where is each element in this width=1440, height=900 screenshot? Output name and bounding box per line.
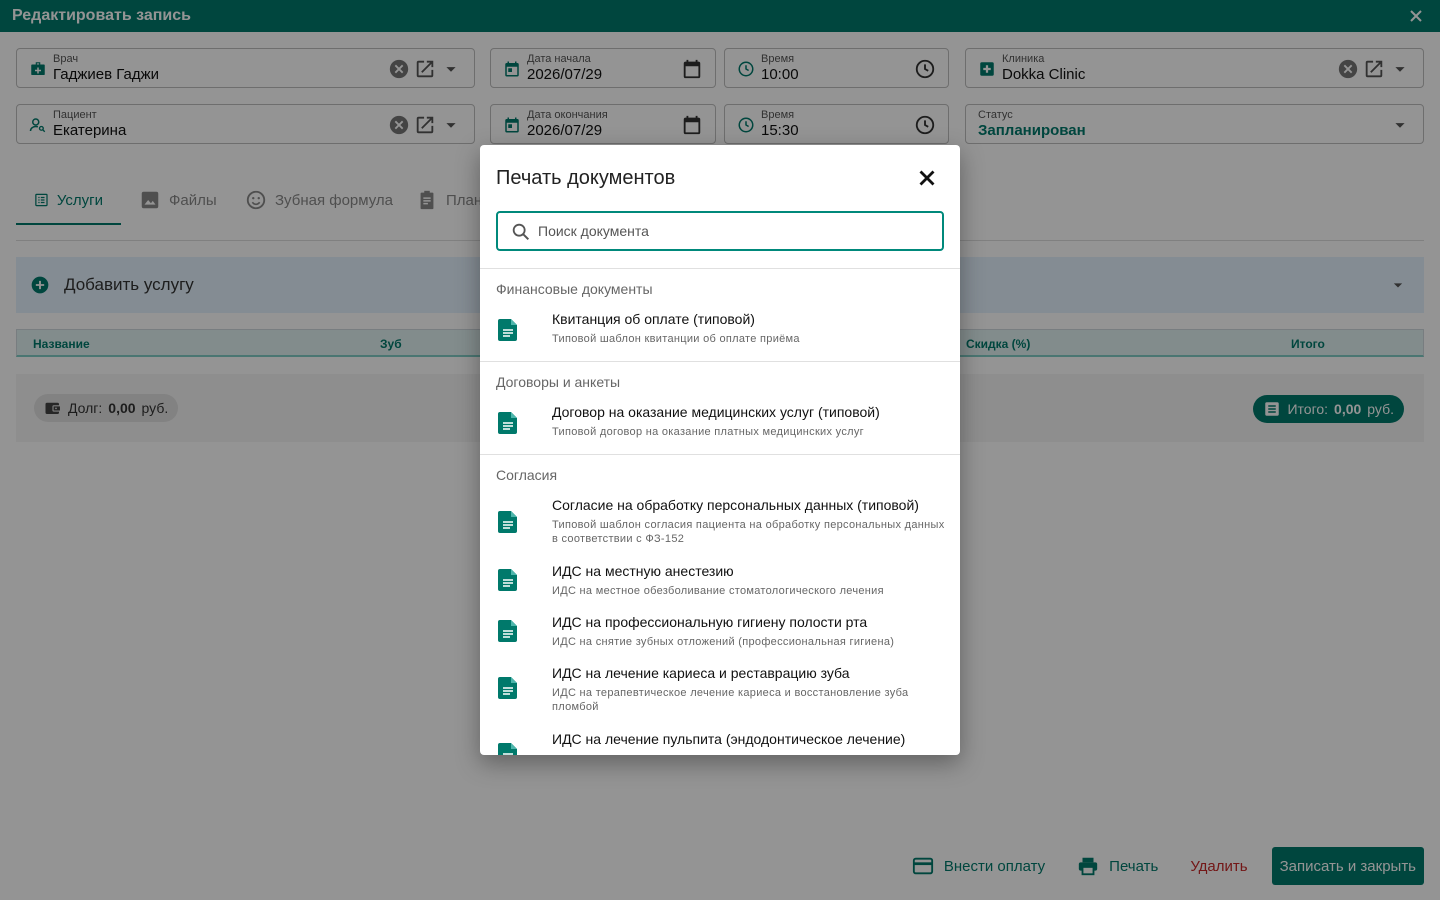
document-name: ИДС на местную анестезию <box>552 563 734 579</box>
document-list: Финансовые документы Квитанция об оплате… <box>480 268 960 755</box>
document-item[interactable]: ИДС на местную анестезию ИДС на местное … <box>480 563 960 599</box>
document-name: ИДС на профессиональную гигиену полости … <box>552 614 868 630</box>
document-description: ИДС на снятие зубных отложений (професси… <box>552 636 895 648</box>
group-divider <box>480 361 960 362</box>
document-item[interactable]: ИДС на лечение кариеса и реставрацию зуб… <box>480 665 960 715</box>
document-item[interactable]: Согласие на обработку персональных данны… <box>480 497 960 547</box>
print-documents-dialog: Печать документов Финансовые документы К… <box>480 145 960 755</box>
document-item[interactable]: Квитанция об оплате (типовой) Типовой ша… <box>480 311 960 355</box>
document-item[interactable]: ИДС на профессиональную гигиену полости … <box>480 614 960 650</box>
document-icon <box>498 569 517 591</box>
close-icon[interactable] <box>914 165 940 191</box>
document-search[interactable] <box>496 211 944 251</box>
document-icon <box>498 412 517 434</box>
document-description: Типовой шаблон согласия пациента на обра… <box>552 519 945 545</box>
group-title: Договоры и анкеты <box>496 374 621 390</box>
dialog-title: Печать документов <box>496 167 676 189</box>
group-divider <box>480 454 960 455</box>
document-description: ИДС на терапевтическое лечение кариеса и… <box>552 687 909 713</box>
document-name: Договор на оказание медицинских услуг (т… <box>552 404 880 420</box>
document-icon <box>498 677 517 699</box>
document-search-input[interactable] <box>538 219 928 243</box>
group-title: Финансовые документы <box>496 281 653 297</box>
document-icon <box>498 319 517 341</box>
search-icon <box>512 223 530 241</box>
document-icon <box>498 743 517 755</box>
document-name: ИДС на лечение пульпита (эндодонтическое… <box>552 731 906 747</box>
document-name: Квитанция об оплате (типовой) <box>552 311 755 327</box>
document-description: ИДС на местное обезболивание стоматологи… <box>552 585 884 597</box>
document-icon <box>498 620 517 642</box>
document-item[interactable]: Договор на оказание медицинских услуг (т… <box>480 404 960 448</box>
document-name: ИДС на лечение кариеса и реставрацию зуб… <box>552 665 850 681</box>
group-title: Согласия <box>496 467 558 483</box>
document-description: Типовой шаблон квитанции об оплате приём… <box>552 333 800 345</box>
document-icon <box>498 511 517 533</box>
document-name: Согласие на обработку персональных данны… <box>552 497 919 513</box>
document-item[interactable]: ИДС на лечение пульпита (эндодонтическое… <box>480 731 960 755</box>
document-description: Типовой договор на оказание платных меди… <box>552 426 864 438</box>
